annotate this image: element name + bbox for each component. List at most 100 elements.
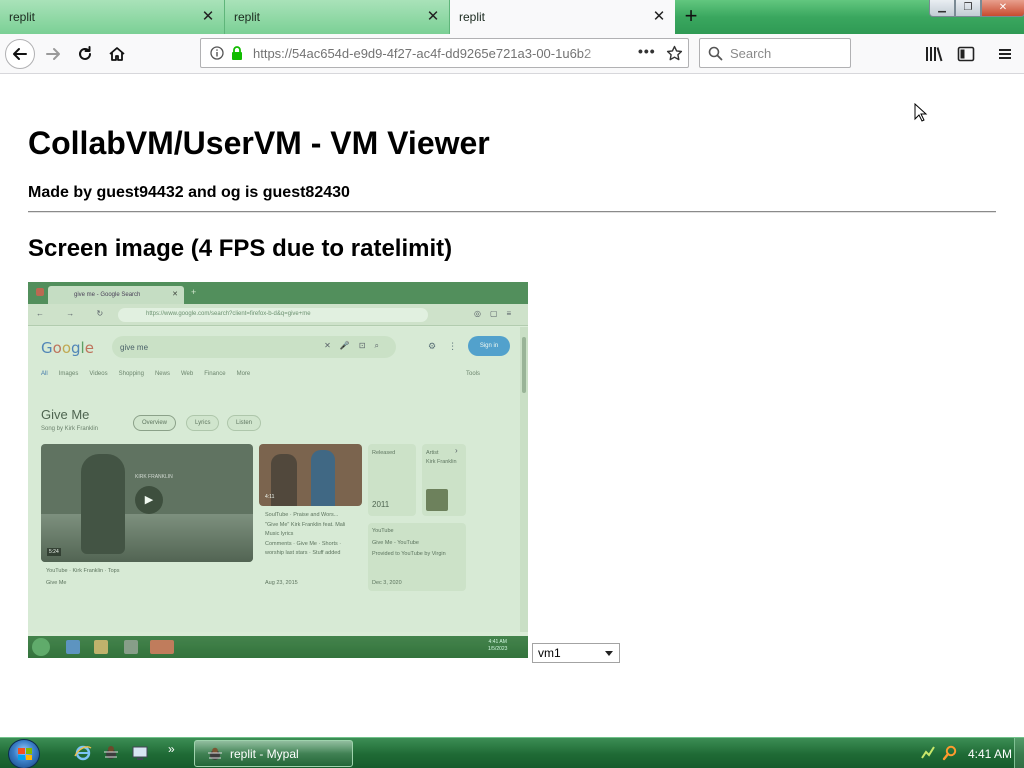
browser-tab-1[interactable]: replit ✕ (0, 0, 225, 34)
vm-firefox-task-icon (150, 640, 174, 654)
released-year: 2011 (372, 500, 390, 509)
reload-button[interactable] (70, 39, 100, 69)
close-tab-icon[interactable]: ✕ (426, 9, 440, 24)
magnifier-tray-icon[interactable] (942, 745, 958, 761)
minimize-button[interactable]: ▁ (929, 0, 955, 17)
tab-label: replit (459, 10, 486, 24)
page-title: CollabVM/UserVM - VM Viewer (28, 125, 490, 161)
vm-nav-arrows-icon: ← → ↻ (36, 309, 114, 318)
network-icon[interactable] (920, 745, 936, 761)
video2-desc: Comments · Give Me · Shorts · worship la… (265, 541, 342, 556)
vm-close-tab-icon: ✕ (172, 291, 178, 298)
close-window-button[interactable]: ✕ (981, 0, 1024, 17)
show-desktop-button[interactable] (1014, 738, 1024, 768)
vm-url-text: https://www.google.com/search?client=fir… (146, 311, 311, 317)
video2-title: "Give Me" Kirk Franklin feat. Mali Music… (265, 522, 346, 537)
knowledge-title: Give Me (41, 407, 90, 422)
lock-icon[interactable] (230, 45, 244, 61)
video2-source: SoulTube · Praise and Wors... (265, 512, 339, 518)
back-arrow-icon (13, 48, 27, 60)
hamburger-menu-icon (999, 49, 1011, 59)
library-button[interactable] (920, 39, 948, 69)
yt-source: YouTube (372, 528, 394, 534)
video1-title: Give Me (46, 580, 67, 586)
bug-app-icon[interactable] (102, 744, 120, 762)
show-desktop-ql-icon[interactable] (131, 744, 149, 762)
vm-select[interactable]: vm1 (532, 643, 620, 663)
mypal-app-icon (208, 747, 222, 760)
vm-screen-image[interactable]: give me - Google Search ✕ + ← → ↻ https:… (28, 282, 528, 658)
dropdown-arrow-icon (605, 651, 613, 656)
info-icon[interactable] (210, 46, 224, 60)
reload-icon (79, 46, 91, 60)
browser-tab-3[interactable]: replit ✕ (450, 0, 675, 34)
browser-tab-2[interactable]: replit ✕ (225, 0, 450, 34)
sidebar-button[interactable] (952, 39, 980, 69)
forward-arrow-icon (46, 48, 60, 60)
vm-browser-tabstrip: give me - Google Search ✕ + (28, 282, 528, 304)
vm-taskbar: 4:41 AM 1/5/2023 (28, 636, 528, 658)
google-apps-icons: ⚙⋮ (428, 341, 470, 351)
yt-title: Give Me - YouTube (372, 540, 419, 546)
close-tab-icon[interactable]: ✕ (652, 9, 666, 24)
chip-listen: Listen (227, 415, 262, 431)
artist-name: Kirk Franklin (426, 459, 457, 465)
vm-select-value: vm1 (538, 646, 561, 660)
close-tab-icon[interactable]: ✕ (201, 9, 215, 24)
menu-button[interactable] (991, 39, 1019, 69)
taskbar-item-label: replit - Mypal (230, 746, 299, 761)
url-fade (581, 41, 611, 65)
play-icon: ▶ (135, 486, 163, 514)
back-button[interactable] (5, 39, 35, 69)
forward-button[interactable] (38, 39, 68, 69)
video-duration: 5:24 (47, 548, 61, 556)
url-bar[interactable]: https://54ac654d-e9d9-4f27-ac4f-dd9265e7… (200, 38, 689, 68)
start-button[interactable] (8, 739, 40, 768)
windows-logo-icon (18, 748, 32, 760)
new-tab-button[interactable]: + (678, 4, 704, 30)
search-bar[interactable] (699, 38, 851, 68)
search-input[interactable] (730, 44, 840, 62)
google-search-icons: ✕🎤⊡⌕ (324, 341, 388, 350)
tab-strip: replit ✕ replit ✕ replit ✕ + ▁ ❐ ✕ (0, 0, 1024, 34)
library-icon (926, 47, 943, 62)
section-heading: Screen image (4 FPS due to ratelimit) (28, 235, 453, 262)
google-query: give me (120, 343, 149, 352)
taskbar-item-mypal[interactable]: replit - Mypal (194, 740, 353, 767)
tab-label: replit (9, 10, 36, 24)
vm-clock: 4:41 AM 1/5/2023 (488, 639, 508, 652)
home-button[interactable] (102, 39, 132, 69)
yt-date: Dec 3, 2020 (372, 580, 402, 586)
knowledge-subtitle: Song by Kirk Franklin (41, 426, 99, 432)
chip-overview: Overview (133, 415, 177, 431)
artist-thumbnail (426, 489, 448, 511)
search-icon (708, 46, 723, 61)
video-thumbnail-main: KIRK FRANKLIN ▶ 5:24 (41, 444, 253, 562)
vm-ie-icon (66, 640, 80, 654)
windows-taskbar: » replit - Mypal 4:41 AM (0, 737, 1024, 768)
restore-button[interactable]: ❐ (955, 0, 981, 17)
vm-browser-tab: give me - Google Search ✕ (48, 286, 184, 304)
mouse-cursor-icon (914, 103, 928, 122)
taskbar-clock[interactable]: 4:41 AM (968, 747, 1012, 761)
vm-start-orb (32, 638, 50, 656)
chevron-right-icon: › (455, 446, 458, 455)
quicklaunch-chevron-icon[interactable]: » (168, 742, 175, 756)
video-banner: KIRK FRANKLIN (135, 474, 173, 480)
home-icon (109, 47, 125, 61)
artist-label: Artist (426, 450, 439, 456)
vm-google-results: Google give me ✕🎤⊡⌕ ⚙⋮ Sign in All Images… (28, 327, 520, 652)
released-label: Released (372, 450, 396, 456)
horizontal-rule (28, 211, 996, 213)
yt-desc: Provided to YouTube by Virgin (372, 551, 446, 557)
vm-tab-title: give me - Google Search (74, 292, 141, 298)
internet-explorer-icon[interactable] (74, 744, 92, 762)
bookmark-star-icon[interactable] (666, 45, 683, 62)
video2-date: Aug 23, 2015 (265, 580, 298, 586)
vm-new-tab-icon: + (191, 287, 197, 297)
window-controls: ▁ ❐ ✕ (929, 0, 1024, 17)
video1-source: YouTube · Kirk Franklin · Tops (46, 568, 120, 574)
vm-firefox-icon (36, 288, 44, 296)
page-actions-icon[interactable]: ••• (638, 43, 656, 59)
tab-label: replit (234, 10, 261, 24)
